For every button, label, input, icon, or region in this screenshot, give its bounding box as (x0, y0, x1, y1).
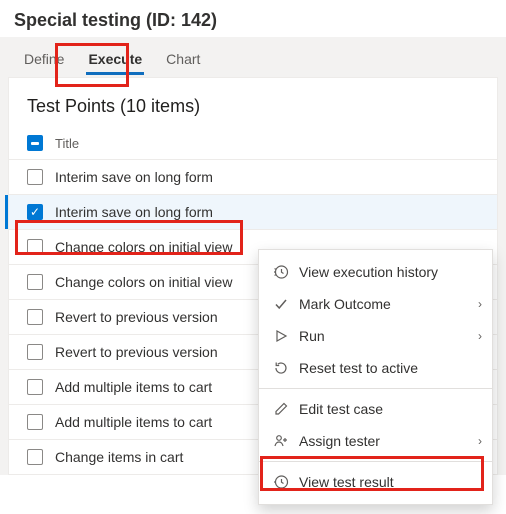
menu-label: Edit test case (299, 401, 383, 417)
menu-label: View test result (299, 474, 394, 490)
row-checkbox[interactable] (27, 344, 43, 360)
row-title: Change items in cart (55, 449, 183, 465)
row-checkbox[interactable]: ✓ (27, 204, 43, 220)
menu-separator (259, 461, 492, 462)
row-title: Add multiple items to cart (55, 379, 212, 395)
menu-assign-tester[interactable]: Assign tester › (259, 425, 492, 457)
row-checkbox[interactable] (27, 274, 43, 290)
row-title: Change colors on initial view (55, 239, 232, 255)
menu-label: Mark Outcome (299, 296, 391, 312)
chevron-right-icon: › (478, 434, 482, 448)
pencil-icon (273, 401, 289, 417)
table-row[interactable]: ✓ Interim save on long form (9, 194, 497, 229)
row-checkbox[interactable] (27, 239, 43, 255)
page-title: Special testing (ID: 142) (0, 0, 506, 37)
context-menu: View execution history Mark Outcome › Ru… (258, 249, 493, 505)
row-title: Add multiple items to cart (55, 414, 212, 430)
user-icon (273, 433, 289, 449)
row-title: Change colors on initial view (55, 274, 232, 290)
menu-run[interactable]: Run › (259, 320, 492, 352)
history-icon (273, 474, 289, 490)
menu-view-execution-history[interactable]: View execution history (259, 256, 492, 288)
menu-reset-test[interactable]: Reset test to active (259, 352, 492, 384)
row-checkbox[interactable] (27, 449, 43, 465)
menu-label: Run (299, 328, 325, 344)
tab-execute[interactable]: Execute (76, 43, 154, 77)
history-icon (273, 264, 289, 280)
row-checkbox[interactable] (27, 414, 43, 430)
column-header-row: Title (9, 129, 497, 159)
chevron-right-icon: › (478, 297, 482, 311)
menu-mark-outcome[interactable]: Mark Outcome › (259, 288, 492, 320)
row-title: Interim save on long form (55, 169, 213, 185)
tab-chart[interactable]: Chart (154, 43, 212, 77)
row-title: Revert to previous version (55, 344, 218, 360)
menu-separator (259, 388, 492, 389)
menu-label: Reset test to active (299, 360, 418, 376)
menu-label: Assign tester (299, 433, 380, 449)
select-all-checkbox[interactable] (27, 135, 43, 151)
row-checkbox[interactable] (27, 169, 43, 185)
row-checkbox[interactable] (27, 379, 43, 395)
play-icon (273, 328, 289, 344)
column-header-title[interactable]: Title (55, 136, 79, 151)
row-checkbox[interactable] (27, 309, 43, 325)
chevron-right-icon: › (478, 329, 482, 343)
tab-define[interactable]: Define (12, 43, 76, 77)
menu-edit-test-case[interactable]: Edit test case (259, 393, 492, 425)
table-row[interactable]: Interim save on long form (9, 159, 497, 194)
reset-icon (273, 360, 289, 376)
check-icon (273, 296, 289, 312)
menu-label: View execution history (299, 264, 438, 280)
menu-view-test-result[interactable]: View test result (259, 466, 492, 498)
row-title: Interim save on long form (55, 204, 213, 220)
panel-title: Test Points (10 items) (9, 78, 497, 129)
row-title: Revert to previous version (55, 309, 218, 325)
